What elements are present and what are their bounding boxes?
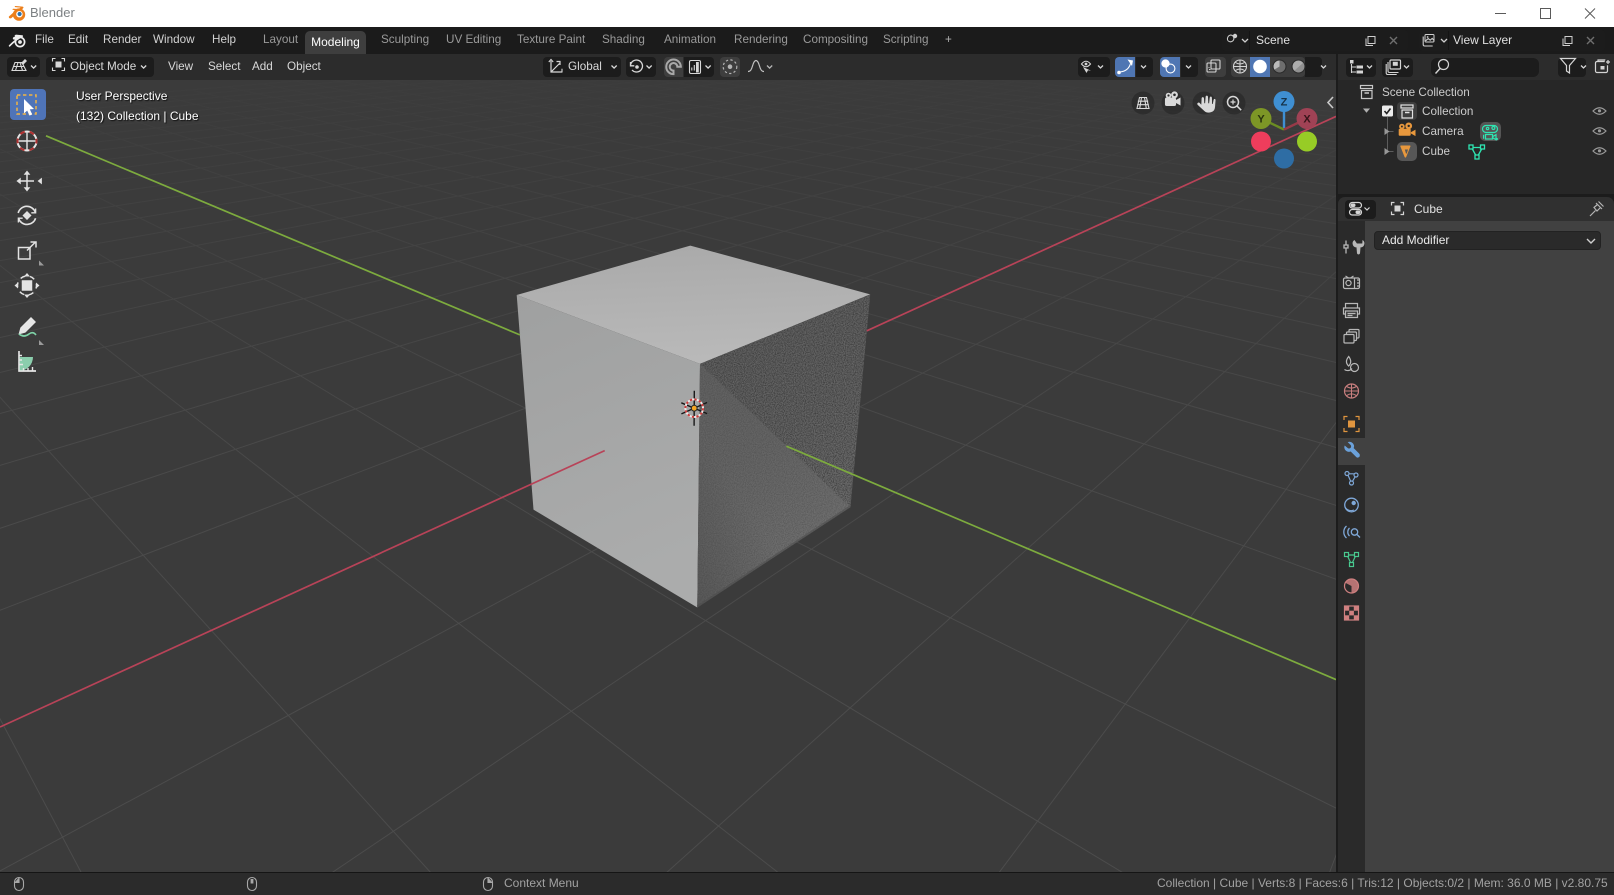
svg-text:Z: Z	[1281, 97, 1288, 109]
svg-text:X: X	[1303, 114, 1311, 126]
svg-text:Y: Y	[1257, 114, 1265, 126]
